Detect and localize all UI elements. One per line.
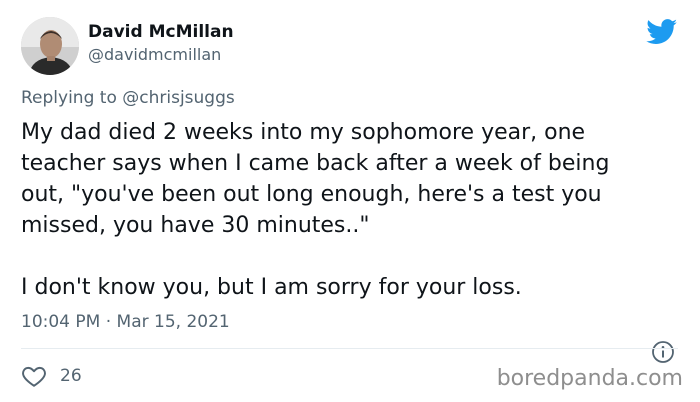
tweet-text: My dad died 2 weeks into my sophomore ye… — [21, 117, 686, 303]
reply-mention-link[interactable]: @chrisjsuggs — [122, 88, 234, 108]
like-count: 26 — [60, 366, 82, 386]
replying-to-label: Replying to — [21, 88, 117, 108]
divider — [21, 348, 678, 349]
tweet-time: 10:04 PM — [21, 312, 101, 332]
tweet-line: I don't know you, but I am sorry for you… — [21, 275, 522, 300]
avatar[interactable] — [21, 17, 79, 75]
like-button[interactable]: 26 — [21, 363, 82, 389]
tweet-card: David McMillan @davidmcmillan Replying t… — [0, 0, 700, 402]
tweet-line: teacher says when I came back after a we… — [21, 151, 610, 176]
author-display-name[interactable]: David McMillan — [88, 22, 234, 42]
avatar-photo — [21, 17, 79, 75]
tweet-line: missed, you have 30 minutes.." — [21, 213, 370, 238]
tweet-timestamp[interactable]: 10:04 PM · Mar 15, 2021 — [21, 312, 230, 332]
author-handle[interactable]: @davidmcmillan — [88, 45, 221, 64]
info-icon[interactable] — [651, 340, 675, 364]
tweet-line: out, "you've been out long enough, here'… — [21, 182, 602, 207]
tweet-line: My dad died 2 weeks into my sophomore ye… — [21, 120, 586, 145]
timestamp-separator: · — [105, 312, 112, 332]
replying-to: Replying to @chrisjsuggs — [21, 88, 235, 108]
twitter-bird-icon[interactable] — [646, 19, 678, 45]
watermark: boredpanda.com — [496, 366, 683, 391]
heart-icon — [22, 366, 46, 387]
tweet-date: Mar 15, 2021 — [116, 312, 230, 332]
